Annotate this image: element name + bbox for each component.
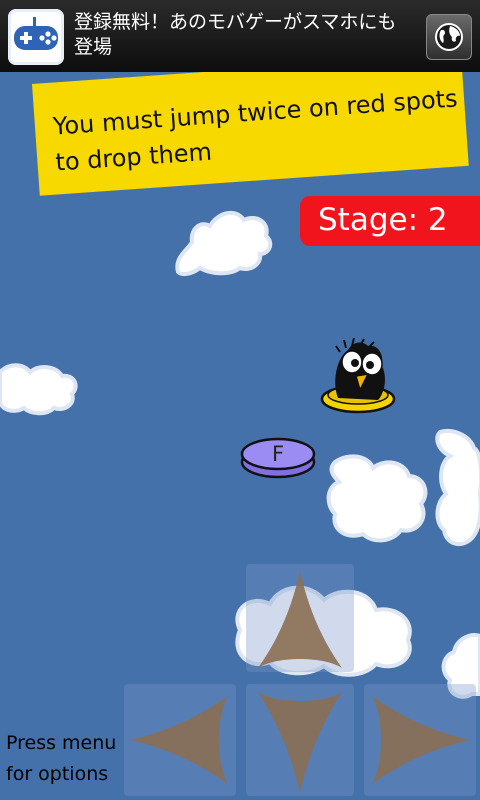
cloud	[175, 210, 273, 277]
arrow-right-button[interactable]	[364, 684, 476, 796]
player-bird	[320, 338, 396, 414]
ad-text[interactable]: 登録無料！あのモバゲーがスマホにも登場	[74, 10, 404, 60]
hint-text: You must jump twice on red spots to drop…	[52, 84, 459, 177]
arrow-left-button[interactable]	[124, 684, 236, 796]
cloud	[0, 363, 78, 416]
arrow-up-icon	[258, 572, 342, 668]
arrow-left-icon	[130, 696, 228, 784]
arrow-down-icon	[258, 692, 342, 792]
cloud	[435, 429, 480, 547]
arrow-down-button[interactable]	[246, 684, 354, 796]
game-canvas[interactable]: You must jump twice on red spots to drop…	[0, 72, 480, 800]
stage-label: Stage: 2	[318, 202, 448, 238]
ad-banner[interactable]: 登録無料！あのモバゲーがスマホにも登場	[0, 0, 480, 73]
menu-hint: Press menu for options	[6, 732, 117, 785]
platform-label: F	[271, 442, 285, 466]
arrow-up-button[interactable]	[246, 564, 354, 672]
globe-icon[interactable]	[426, 14, 472, 60]
hint-banner: You must jump twice on red spots to drop…	[32, 72, 469, 196]
stage-badge: Stage: 2	[300, 196, 480, 246]
arrow-right-icon	[372, 696, 470, 784]
cloud	[326, 454, 428, 543]
gamepad-icon[interactable]	[8, 9, 64, 65]
